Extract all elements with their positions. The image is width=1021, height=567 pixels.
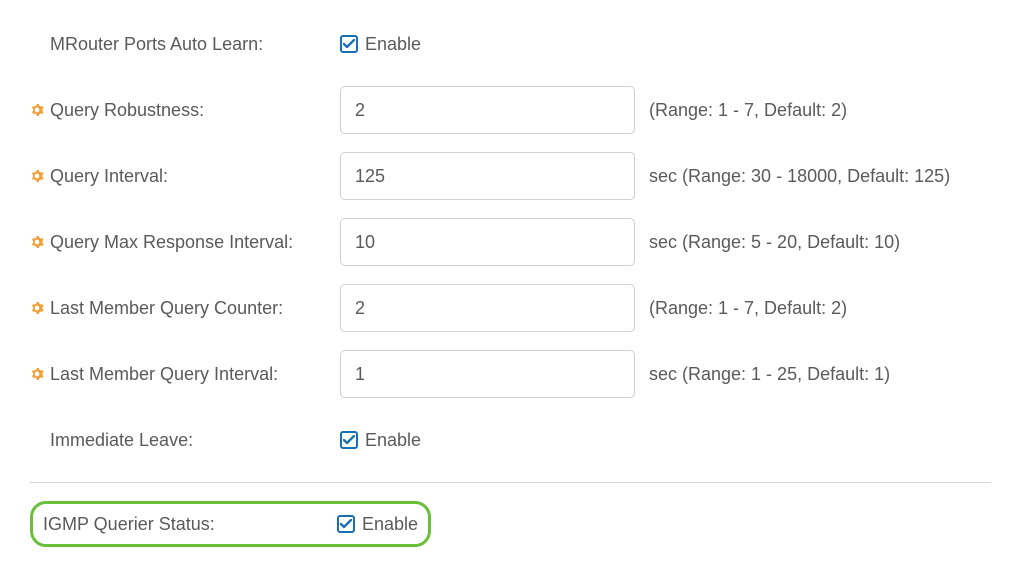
last-counter-input[interactable] bbox=[340, 284, 635, 332]
input-col: Enable bbox=[340, 34, 635, 55]
label-col: Immediate Leave: bbox=[30, 430, 340, 451]
row-query-interval: Query Interval: sec (Range: 30 - 18000, … bbox=[30, 152, 991, 200]
gear-icon bbox=[30, 235, 44, 249]
last-counter-label: Last Member Query Counter: bbox=[50, 298, 283, 319]
row-max-response: Query Max Response Interval: sec (Range:… bbox=[30, 218, 991, 266]
label-col: Last Member Query Interval: bbox=[30, 364, 340, 385]
mrouter-checkbox-wrap: Enable bbox=[340, 34, 421, 55]
gear-icon bbox=[30, 169, 44, 183]
label-col: Query Robustness: bbox=[30, 100, 340, 121]
spacer bbox=[30, 37, 44, 51]
input-col bbox=[340, 350, 635, 398]
mrouter-label: MRouter Ports Auto Learn: bbox=[50, 34, 263, 55]
immediate-enable-checkbox[interactable] bbox=[340, 431, 358, 449]
querier-enable-checkbox[interactable] bbox=[337, 515, 355, 533]
robustness-label: Query Robustness: bbox=[50, 100, 204, 121]
immediate-checkbox-label: Enable bbox=[365, 430, 421, 451]
querier-checkbox-wrap: Enable bbox=[337, 514, 418, 535]
row-last-counter: Last Member Query Counter: (Range: 1 - 7… bbox=[30, 284, 991, 332]
last-counter-hint: (Range: 1 - 7, Default: 2) bbox=[635, 298, 847, 319]
immediate-label: Immediate Leave: bbox=[50, 430, 193, 451]
label-col: MRouter Ports Auto Learn: bbox=[30, 34, 340, 55]
row-igmp-querier-highlight: IGMP Querier Status: Enable bbox=[30, 501, 431, 547]
gear-icon bbox=[30, 301, 44, 315]
label-col: Last Member Query Counter: bbox=[30, 298, 340, 319]
input-col bbox=[340, 152, 635, 200]
immediate-checkbox-wrap: Enable bbox=[340, 430, 421, 451]
section-divider bbox=[30, 482, 991, 483]
mrouter-checkbox-label: Enable bbox=[365, 34, 421, 55]
max-response-input[interactable] bbox=[340, 218, 635, 266]
querier-checkbox-label: Enable bbox=[362, 514, 418, 535]
row-immediate-leave: Immediate Leave: Enable bbox=[30, 416, 991, 464]
input-col bbox=[340, 218, 635, 266]
input-col: Enable bbox=[340, 430, 635, 451]
last-interval-label: Last Member Query Interval: bbox=[50, 364, 278, 385]
last-interval-hint: sec (Range: 1 - 25, Default: 1) bbox=[635, 364, 890, 385]
gear-icon bbox=[30, 367, 44, 381]
robustness-hint: (Range: 1 - 7, Default: 2) bbox=[635, 100, 847, 121]
max-response-hint: sec (Range: 5 - 20, Default: 10) bbox=[635, 232, 900, 253]
gear-icon bbox=[30, 103, 44, 117]
label-col: Query Interval: bbox=[30, 166, 340, 187]
input-col bbox=[340, 284, 635, 332]
input-col bbox=[340, 86, 635, 134]
row-last-interval: Last Member Query Interval: sec (Range: … bbox=[30, 350, 991, 398]
label-col: Query Max Response Interval: bbox=[30, 232, 340, 253]
last-interval-input[interactable] bbox=[340, 350, 635, 398]
robustness-input[interactable] bbox=[340, 86, 635, 134]
interval-hint: sec (Range: 30 - 18000, Default: 125) bbox=[635, 166, 950, 187]
interval-input[interactable] bbox=[340, 152, 635, 200]
interval-label: Query Interval: bbox=[50, 166, 168, 187]
row-mrouter-auto-learn: MRouter Ports Auto Learn: Enable bbox=[30, 20, 991, 68]
max-response-label: Query Max Response Interval: bbox=[50, 232, 293, 253]
label-col: IGMP Querier Status: bbox=[43, 514, 337, 535]
querier-label: IGMP Querier Status: bbox=[43, 514, 215, 535]
spacer bbox=[30, 433, 44, 447]
row-query-robustness: Query Robustness: (Range: 1 - 7, Default… bbox=[30, 86, 991, 134]
mrouter-enable-checkbox[interactable] bbox=[340, 35, 358, 53]
